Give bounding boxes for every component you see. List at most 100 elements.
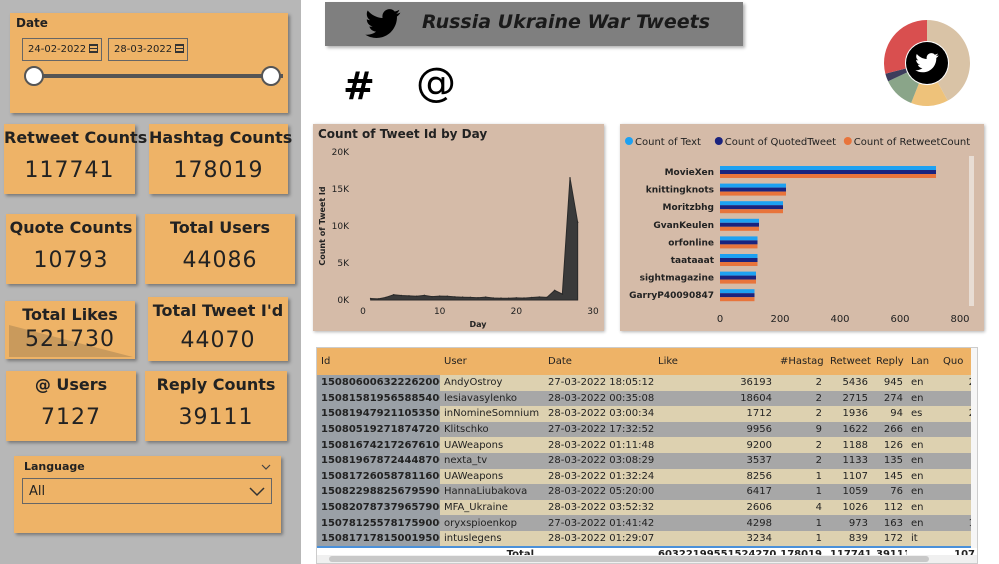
area-point (400, 294, 403, 297)
table-cell: 145 (872, 468, 907, 485)
table-vertical-scrollbar[interactable] (971, 348, 977, 548)
slider-end-handle[interactable] (261, 66, 281, 86)
table-cell: 1508194792110535000 (317, 406, 440, 422)
table-cell: 94 (872, 406, 907, 422)
category-label: taataaat (671, 256, 715, 266)
area-point (492, 297, 495, 299)
bar (720, 170, 936, 174)
kpi-label: Total Tweet I'd (152, 301, 284, 320)
table-cell: 2 (776, 375, 826, 391)
area-point (369, 297, 372, 300)
collapse-chevron-icon[interactable] (261, 464, 271, 470)
page-title: Russia Ukraine War Tweets (422, 11, 711, 33)
bar (720, 218, 759, 223)
table-cell: en (907, 421, 939, 438)
area-chart-svg: 0K 5K 10K 15K 20K 0 10 20 30 Day Count of Tweet Id (318, 148, 599, 329)
table-row[interactable]: 1508167421726761000 UAWeapons 28-03-2022 0… (317, 437, 977, 453)
kpi-reply-counts: Reply Counts 39111 (145, 371, 287, 441)
table-cell: 973 (826, 515, 872, 531)
table-cell: 8256 (654, 468, 776, 485)
table-row[interactable]: 1508171781500195000 intuslegens 28-03-2022… (317, 530, 977, 547)
twitter-donut-logo (884, 20, 970, 106)
column-header[interactable]: User (440, 348, 544, 375)
bar (720, 258, 758, 262)
table-row[interactable]: 1508194792110535000 inNomineSomnium 28-03-… (317, 406, 977, 422)
table-row[interactable]: 1508196787244487000 nexta_tv 28-03-2022 03… (317, 452, 977, 469)
legend-swatch (843, 137, 852, 145)
column-header[interactable]: Id (317, 348, 440, 375)
start-date-input[interactable]: 24-02-2022 (22, 38, 102, 61)
kpi-label: Retweet Counts (4, 128, 148, 147)
chart-scrollbar[interactable] (969, 156, 974, 306)
table-cell: 1507812557817590000 (317, 515, 440, 531)
slider-start-handle[interactable] (24, 66, 44, 86)
area-point (415, 295, 418, 298)
table-cell: 28-03-2022 01:29:07 (544, 530, 654, 547)
x-tick-label: 10 (434, 307, 446, 317)
column-header[interactable]: Retweet (826, 348, 872, 375)
date-filter-label: Date (16, 16, 48, 30)
column-header[interactable]: Date (544, 348, 654, 375)
kpi-value: 10793 (33, 248, 109, 273)
kpi-quote-counts: Quote Counts 10793 (6, 214, 136, 284)
bar (720, 187, 786, 192)
table-cell: 1622 (826, 421, 872, 438)
table-cell: 1133 (826, 452, 872, 469)
table-cell: 1936 (826, 406, 872, 422)
table-row[interactable]: 1508060063222620000 AndyOstroy 27-03-2022 … (317, 375, 977, 391)
column-header[interactable]: Like (654, 348, 776, 375)
language-filter-card: Language All (14, 456, 281, 533)
area-point (507, 297, 510, 300)
table-cell: 28-03-2022 03:08:29 (544, 452, 654, 469)
area-point (423, 294, 426, 297)
table-row[interactable]: 1508172605878116000 UAWeapons 28-03-2022 0… (317, 468, 977, 485)
area-point (523, 297, 525, 299)
column-header[interactable]: #Hastag (776, 348, 826, 375)
legend-label: Count of RetweetCount (854, 137, 970, 148)
y-tick-label: 5K (337, 259, 350, 269)
table-cell: 9956 (654, 421, 776, 438)
table-cell: 28-03-2022 00:35:08 (544, 390, 654, 407)
table-cell: 3234 (654, 530, 776, 547)
table-cell: 839 (826, 530, 872, 547)
table-cell: en (907, 468, 939, 485)
calendar-icon[interactable] (175, 44, 185, 53)
table-row[interactable]: 1508229882567959000 HannaLiubakova 28-03-2… (317, 484, 977, 500)
end-date-input[interactable]: 28-03-2022 (108, 38, 188, 61)
column-header[interactable]: Reply (872, 348, 907, 375)
language-dropdown[interactable]: All (22, 478, 272, 504)
area-point (477, 296, 479, 299)
column-header[interactable]: Lan (907, 348, 939, 375)
chevron-down-icon (249, 487, 265, 497)
table-cell: it (907, 530, 939, 547)
table-cell: UAWeapons (440, 468, 544, 485)
table-row[interactable]: 1508207873796579000 MFA_Ukraine 28-03-2022… (317, 499, 977, 516)
kpi-value: 44086 (182, 248, 258, 273)
bar (720, 222, 759, 227)
table-cell: 1 (776, 484, 826, 500)
bar (720, 279, 756, 284)
calendar-icon[interactable] (89, 44, 99, 53)
date-filter-card: Date 24-02-2022 28-03-2022 (10, 13, 288, 113)
table-cell: 135 (872, 452, 907, 469)
table-horizontal-scrollbar[interactable] (317, 555, 977, 563)
table-row[interactable]: 1508158195658854000 lesiavasylenko 28-03-2… (317, 390, 977, 407)
kpi-total-tweet-id: Total Tweet I'd 44070 (148, 297, 288, 361)
table-cell: 28-03-2022 01:32:24 (544, 468, 654, 485)
table-cell: en (907, 390, 939, 407)
table-cell: 27-03-2022 01:41:42 (544, 515, 654, 531)
x-axis-title: Day (469, 320, 487, 329)
table-cell: 1026 (826, 499, 872, 516)
hashtag-symbol: # (343, 64, 375, 108)
scrollbar-thumb[interactable] (329, 556, 929, 562)
date-range-slider[interactable] (35, 74, 283, 78)
tweets-table: Id User Date Like #Hastag Retweet Reply Lan Quo … (316, 347, 978, 564)
area-series (370, 177, 579, 301)
y-tick-label: 20K (332, 148, 350, 158)
table-row[interactable]: 1507812557817590000 oryxspioenkop 27-03-20… (317, 515, 977, 531)
table-cell: en (907, 437, 939, 453)
table-cell: 1508207873796579000 (317, 499, 440, 516)
x-tick-label: 400 (830, 314, 849, 325)
table-cell: 1508060063222620000 (317, 375, 440, 391)
table-row[interactable]: 1508051927187472000 Klitschko 27-03-2022 1… (317, 421, 977, 438)
